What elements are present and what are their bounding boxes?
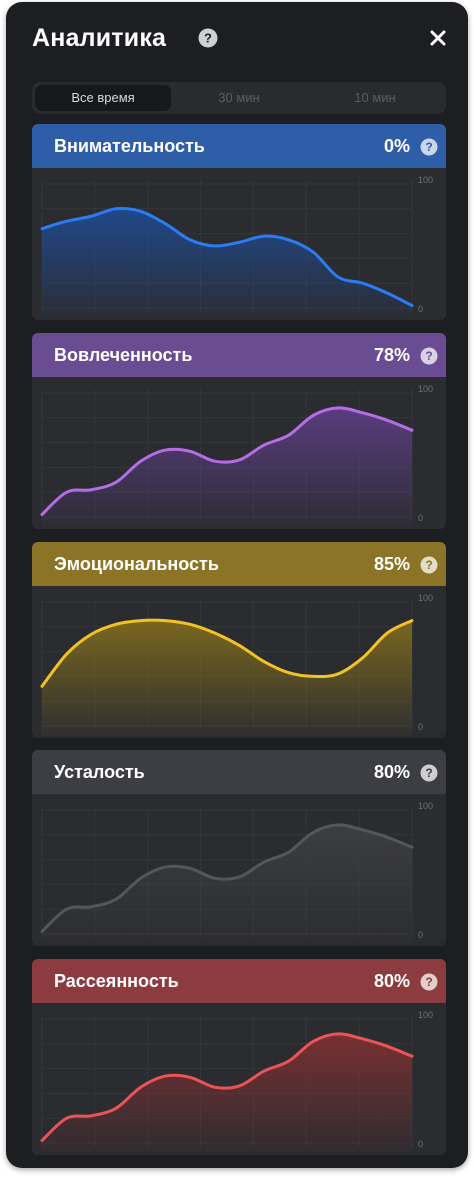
close-x-icon — [430, 30, 446, 46]
metric-title: Усталость — [54, 762, 145, 782]
question-circle-icon[interactable]: ? — [420, 764, 438, 782]
question-circle-icon[interactable]: ? — [420, 556, 438, 574]
metric-card: Вовлеченность 78%? 100 0 — [32, 333, 446, 529]
close-button[interactable] — [424, 24, 452, 52]
metric-value: 80% — [373, 762, 410, 782]
y-tick-max: 100 — [418, 175, 433, 185]
svg-text:?: ? — [425, 140, 432, 154]
svg-text:?: ? — [204, 31, 212, 46]
tab-all-time[interactable]: Все время — [35, 85, 171, 111]
metric-chart: 100 0 — [40, 1010, 433, 1153]
svg-text:?: ? — [425, 558, 432, 572]
y-tick-min: 0 — [418, 1139, 423, 1149]
metric-card-header: Внимательность 0%? — [32, 124, 446, 168]
svg-text:?: ? — [425, 975, 432, 989]
metric-chart: 100 0 — [40, 801, 433, 944]
chart-area — [42, 208, 412, 318]
question-circle-icon[interactable]: ? — [420, 347, 438, 365]
question-circle-icon[interactable]: ? — [198, 28, 218, 48]
metric-title: Эмоциональность — [54, 554, 219, 574]
metric-value: 85% — [373, 554, 410, 574]
question-circle-icon[interactable]: ? — [420, 138, 438, 156]
tab-30-min[interactable]: 30 мин — [171, 85, 307, 111]
svg-text:?: ? — [425, 766, 432, 780]
metric-card: Рассеянность 80%? 100 0 — [32, 959, 446, 1155]
metric-card: Усталость 80%? 100 0 — [32, 750, 446, 946]
metric-title: Внимательность — [54, 136, 205, 156]
y-tick-max: 100 — [418, 801, 433, 811]
metric-chart: 100 0 — [40, 593, 433, 736]
tab-10-min[interactable]: 10 мин — [307, 85, 443, 111]
y-tick-max: 100 — [418, 593, 433, 603]
time-range-selector: Все время 30 мин 10 мин — [32, 82, 446, 114]
metric-value: 78% — [373, 345, 410, 365]
metric-value: 0% — [383, 136, 410, 156]
y-tick-max: 100 — [418, 384, 433, 394]
metric-card-header: Усталость 80%? — [32, 750, 446, 794]
metric-value: 80% — [373, 971, 410, 991]
metric-title: Вовлеченность — [54, 345, 193, 365]
y-tick-min: 0 — [418, 722, 423, 732]
svg-text:?: ? — [425, 349, 432, 363]
metric-card-header: Вовлеченность 78%? — [32, 333, 446, 377]
metric-card: Внимательность 0%? 100 0 — [32, 124, 446, 320]
y-tick-min: 0 — [418, 304, 423, 314]
metric-title: Рассеянность — [54, 971, 179, 991]
panel-title: Аналитика — [32, 24, 167, 52]
panel-header: Аналитика ? — [6, 2, 468, 78]
metric-card-header: Рассеянность 80%? — [32, 959, 446, 1003]
y-tick-min: 0 — [418, 930, 423, 940]
metric-chart: 100 0 — [40, 384, 433, 527]
question-circle-icon[interactable]: ? — [420, 973, 438, 991]
metric-card: Эмоциональность 85%? 100 0 — [32, 542, 446, 738]
analytics-panel: Аналитика ? Все время 30 мин 10 мин Вним… — [6, 2, 468, 1168]
y-tick-max: 100 — [418, 1010, 433, 1020]
metric-card-header: Эмоциональность 85%? — [32, 542, 446, 586]
metric-chart: 100 0 — [40, 175, 433, 318]
y-tick-min: 0 — [418, 513, 423, 523]
